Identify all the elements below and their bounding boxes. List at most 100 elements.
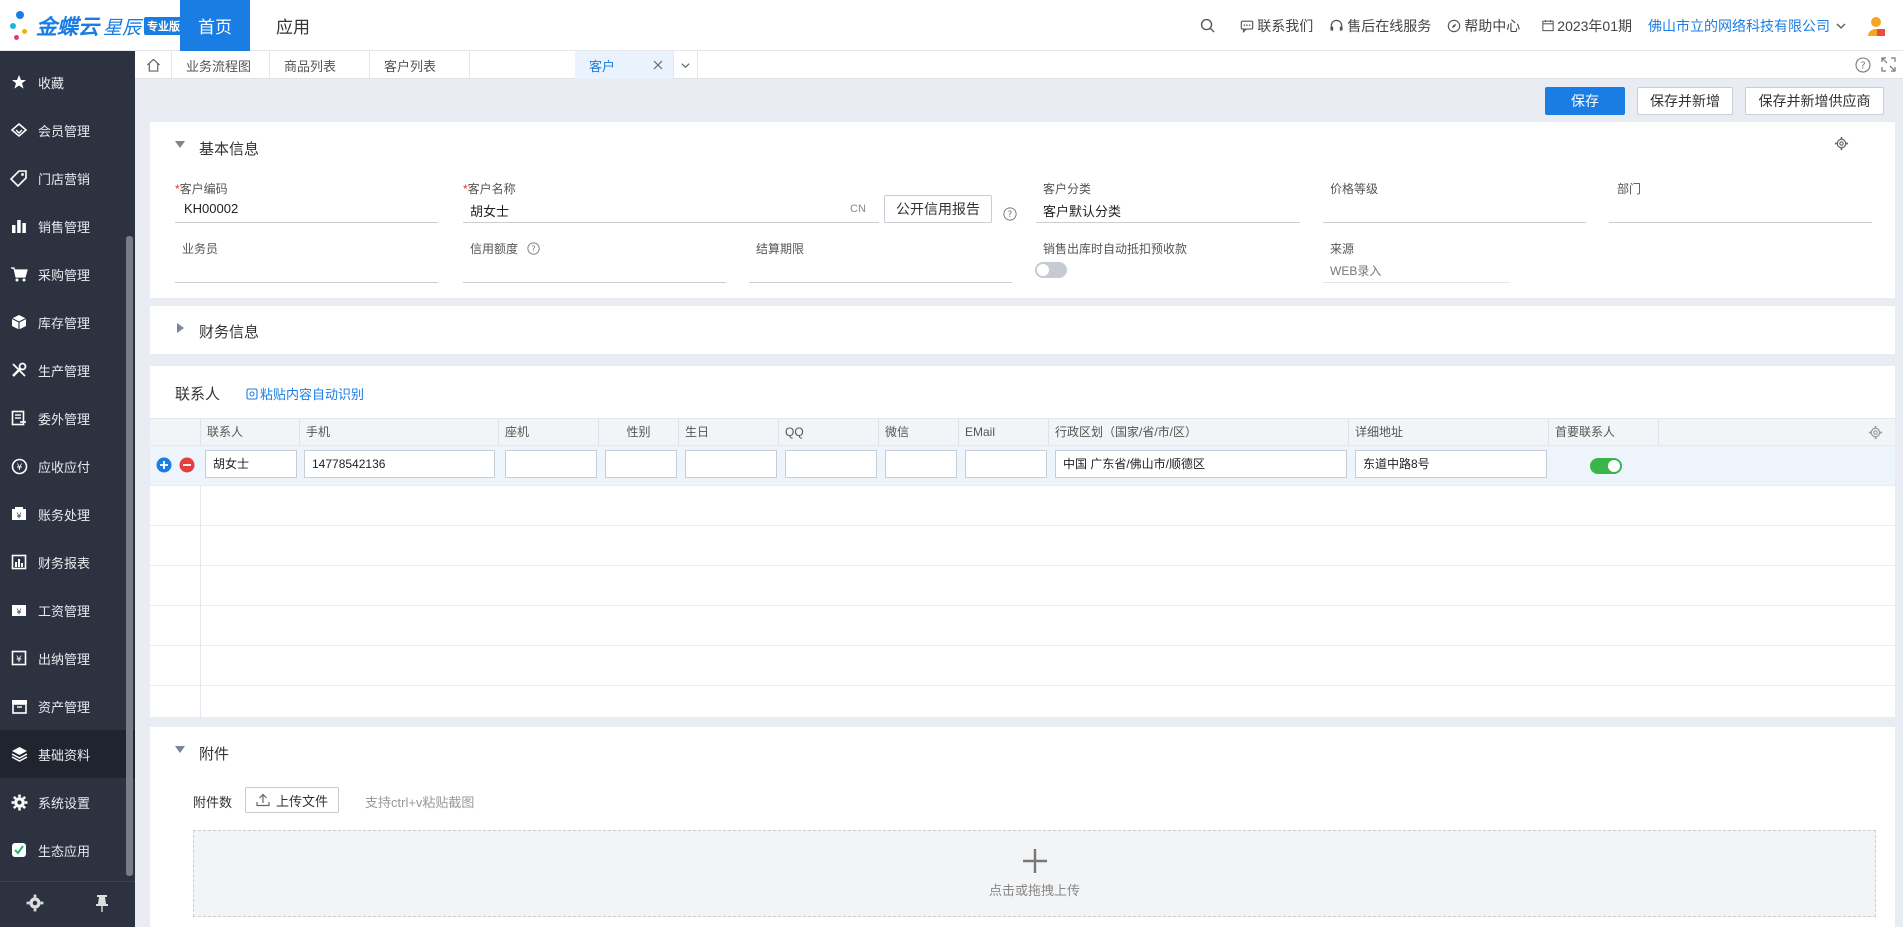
primary-contact-toggle[interactable] <box>1590 458 1622 474</box>
collapse-triangle-icon[interactable] <box>175 746 185 753</box>
save-button[interactable]: 保存 <box>1545 87 1625 115</box>
help-center-link[interactable]: 帮助中心 <box>1447 16 1520 36</box>
contact-qq-input[interactable] <box>785 450 877 478</box>
collapse-triangle-icon[interactable] <box>175 141 185 148</box>
sidebar-item-payroll[interactable]: ¥ 工资管理 <box>0 586 125 634</box>
paste-recognize-link[interactable]: 粘贴内容自动识别 <box>246 384 364 403</box>
tab-more-dropdown[interactable] <box>674 51 698 79</box>
brand-badge: 专业版 <box>144 17 184 35</box>
contact-us-link[interactable]: 联系我们 <box>1240 16 1313 36</box>
upload-file-button[interactable]: 上传文件 <box>245 787 340 813</box>
sidebar-item-inventory[interactable]: 库存管理 <box>0 298 125 346</box>
col-address: 详细地址 <box>1349 419 1549 445</box>
add-row-button[interactable] <box>156 457 172 476</box>
grid-settings-button[interactable] <box>1868 425 1883 443</box>
period-selector[interactable]: 2023年01期 <box>1542 16 1632 36</box>
minus-circle-icon <box>179 457 195 473</box>
paste-hint: 支持ctrl+v粘贴截图 <box>365 795 475 810</box>
department-input[interactable] <box>1609 222 1872 223</box>
credit-report-help[interactable]: ? <box>1003 207 1017 224</box>
sidebar-item-cashier[interactable]: ¥ 出纳管理 <box>0 634 125 682</box>
save-and-new-button[interactable]: 保存并新增 <box>1637 87 1733 115</box>
brand-logo[interactable]: 金蝶云 星辰 专业版 <box>8 8 184 44</box>
sidebar-item-store-marketing[interactable]: 门店营销 <box>0 154 125 202</box>
cashier-icon: ¥ <box>0 650 38 666</box>
sidebar-item-production[interactable]: 生产管理 <box>0 346 125 394</box>
tools-icon <box>0 362 38 378</box>
compass-icon <box>1448 19 1461 32</box>
cart-icon <box>0 266 38 282</box>
sidebar-item-accounting[interactable]: ¥ 账务处理 <box>0 490 125 538</box>
contact-address-input[interactable]: 东道中路8号 <box>1355 450 1547 478</box>
user-avatar[interactable] <box>1866 15 1889 37</box>
tab-home[interactable] <box>135 51 172 79</box>
header-actions: 联系我们 售后在线服务 帮助中心 2023年01期 佛山市立的网络科技有限公司 <box>1200 0 1903 51</box>
col-email: EMail <box>959 419 1049 445</box>
settings-icon <box>26 894 44 912</box>
row-actions-header <box>150 419 201 445</box>
nav-apps-tab[interactable]: 应用 <box>258 0 328 51</box>
price-level-input[interactable] <box>1323 222 1586 223</box>
search-button[interactable] <box>1200 18 1218 33</box>
panel-settings-button[interactable] <box>1834 136 1849 154</box>
upload-dropzone[interactable]: 点击或拖拽上传 <box>193 830 1876 917</box>
sidebar-scrollbar[interactable] <box>126 236 133 876</box>
contact-birthday-input[interactable] <box>685 450 777 478</box>
sidebar-item-ecosystem[interactable]: 生态应用 <box>0 826 125 874</box>
svg-text:¥: ¥ <box>16 655 22 665</box>
contact-region-select[interactable]: 中国 广东省/佛山市/顺德区 <box>1055 450 1347 478</box>
tab-product-list[interactable]: 商品列表 <box>270 51 370 79</box>
company-selector[interactable]: 佛山市立的网络科技有限公司 <box>1648 16 1850 36</box>
customer-name-input[interactable]: 胡女士 <box>470 201 509 220</box>
pin-button[interactable] <box>95 894 109 915</box>
question-circle-icon[interactable]: ? <box>527 242 540 255</box>
settings-gear-button[interactable] <box>26 894 44 915</box>
language-switch[interactable]: CN <box>850 203 866 215</box>
close-icon[interactable] <box>653 60 663 70</box>
fullscreen-button[interactable] <box>1881 57 1896 75</box>
customer-code-input[interactable]: KH00002 <box>184 201 238 216</box>
contact-mobile-input[interactable]: 14778542136 <box>304 450 495 478</box>
sidebar-item-assets[interactable]: 资产管理 <box>0 682 125 730</box>
tab-customer-list[interactable]: 客户列表 <box>370 51 470 79</box>
report-icon <box>0 554 38 570</box>
sidebar-item-favorites[interactable]: 收藏 <box>0 58 125 106</box>
contacts-grid: 联系人 手机 座机 性别 生日 QQ 微信 EMail 行政区划（国家/省/市/… <box>150 418 1895 718</box>
sidebar-item-sales[interactable]: 销售管理 <box>0 202 125 250</box>
salesman-input[interactable] <box>175 282 438 283</box>
nav-home-tab[interactable]: 首页 <box>180 0 250 51</box>
contact-gender-select[interactable] <box>605 450 677 478</box>
attachments-panel: 附件 附件数 上传文件 支持ctrl+v粘贴截图 点击或拖拽上传 <box>150 727 1895 927</box>
settlement-term-input[interactable] <box>749 282 1012 283</box>
sidebar-item-reports[interactable]: 财务报表 <box>0 538 125 586</box>
credit-limit-input[interactable] <box>463 282 726 283</box>
chevron-down-icon <box>1836 23 1846 29</box>
delete-row-button[interactable] <box>179 457 195 476</box>
sidebar-item-basic-data[interactable]: 基础资料 <box>0 730 135 778</box>
finance-info-panel: 财务信息 <box>150 306 1895 354</box>
customer-category-select[interactable]: 客户默认分类 <box>1043 201 1121 220</box>
contact-email-input[interactable] <box>965 450 1047 478</box>
sidebar-item-receivables[interactable]: ¥ 应收应付 <box>0 442 125 490</box>
finance-info-title: 财务信息 <box>199 324 260 341</box>
auto-offset-toggle[interactable] <box>1035 262 1067 278</box>
tab-customer[interactable]: 客户 <box>575 51 674 79</box>
customer-category-label: 客户分类 <box>1043 182 1092 196</box>
expand-triangle-icon[interactable] <box>177 323 184 333</box>
contact-name-input[interactable]: 胡女士 <box>205 450 297 478</box>
sidebar-item-purchase[interactable]: 采购管理 <box>0 250 125 298</box>
gear-icon <box>1834 136 1849 151</box>
help-button[interactable]: ? <box>1855 57 1871 76</box>
after-sales-link[interactable]: 售后在线服务 <box>1329 16 1431 36</box>
sidebar-item-members[interactable]: 会员管理 <box>0 106 125 154</box>
credit-report-button[interactable]: 公开信用报告 <box>884 195 992 223</box>
tab-process-flow[interactable]: 业务流程图 <box>172 51 270 79</box>
chevron-down-icon <box>681 62 690 68</box>
contact-phone-input[interactable] <box>505 450 597 478</box>
sidebar-item-settings[interactable]: 系统设置 <box>0 778 125 826</box>
upload-icon <box>256 793 270 807</box>
save-and-new-supplier-button[interactable]: 保存并新增供应商 <box>1745 87 1884 115</box>
sidebar-item-outsource[interactable]: 委外管理 <box>0 394 125 442</box>
col-gender: 性别 <box>599 419 679 445</box>
contact-wechat-input[interactable] <box>885 450 957 478</box>
